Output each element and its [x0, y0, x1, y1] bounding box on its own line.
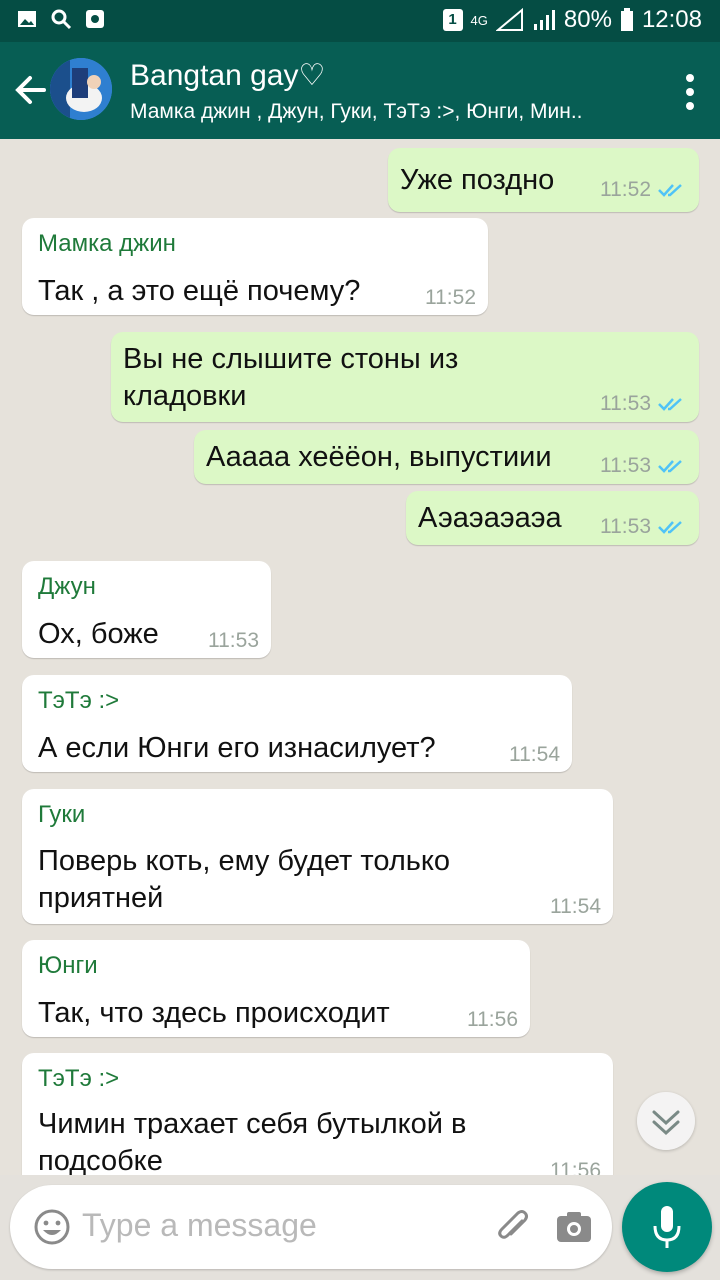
incoming-message[interactable]: Мамка джин Так , а это ещё почему? 11:52 [22, 218, 488, 315]
outgoing-message[interactable]: Вы не слышите стоны из кладовки 11:53 [111, 332, 699, 422]
message-composer[interactable]: Type a message [10, 1185, 612, 1269]
outgoing-message[interactable]: Уже поздно 11:52 [388, 148, 699, 212]
record-notification-icon [86, 10, 104, 28]
sim-slot-badge: 1 [442, 9, 463, 31]
signal-bars-icon [533, 10, 555, 30]
message-text: Так , а это ещё почему? [38, 275, 361, 307]
status-bar: 1 4G 80% 12:08 [0, 0, 720, 42]
sender-name: ТэТэ :> [38, 1065, 120, 1092]
incoming-message[interactable]: ТэТэ :> А если Юнги его изнасилует? 11:5… [22, 675, 572, 772]
message-text-line: Поверь коть, ему будет только [38, 845, 450, 877]
message-text: Так, что здесь происходит [38, 997, 390, 1029]
menu-dots-icon[interactable] [680, 72, 700, 112]
message-text: Ааааа хеёёон, выпустиии [206, 441, 552, 473]
message-text-line: приятней [38, 882, 164, 914]
double-check-icon [658, 184, 682, 197]
search-notification-icon [51, 9, 72, 30]
message-meta: 11:52 [600, 178, 685, 202]
message-input[interactable]: Type a message [82, 1207, 317, 1244]
message-text: Ох, боже [38, 618, 159, 650]
gallery-notification-icon [18, 11, 36, 27]
message-meta: 11:52 [425, 286, 476, 310]
sender-name: Джун [38, 573, 96, 600]
message-text: А если Юнги его изнасилует? [38, 732, 436, 764]
message-time: 11:56 [550, 1159, 601, 1175]
sender-name: Мамка джин [38, 230, 176, 257]
camera-icon[interactable] [554, 1207, 594, 1247]
sender-name: Гуки [38, 801, 86, 828]
sender-name: ТэТэ :> [38, 687, 120, 714]
double-check-icon [658, 398, 682, 411]
incoming-message[interactable]: ТэТэ :> Чимин трахает себя бутылкой в по… [22, 1053, 613, 1175]
attach-icon[interactable] [492, 1205, 536, 1249]
message-time: 11:53 [600, 515, 651, 538]
message-text: Аэаэаэаэа [418, 502, 562, 534]
message-meta: 11:53 [208, 629, 259, 653]
message-text-line: подсобке [38, 1145, 163, 1175]
outgoing-message[interactable]: Ааааа хеёёон, выпустиии 11:53 [194, 430, 699, 484]
incoming-message[interactable]: Гуки Поверь коть, ему будет только прият… [22, 789, 613, 924]
emoji-icon[interactable] [32, 1207, 72, 1247]
message-text-line: Чимин трахает себя бутылкой в [38, 1108, 467, 1140]
sender-name: Юнги [38, 952, 98, 979]
message-time: 11:56 [467, 1008, 518, 1031]
message-meta: 11:54 [509, 743, 560, 767]
message-meta: 11:54 [550, 895, 601, 919]
message-time: 11:54 [509, 743, 560, 766]
clock: 12:08 [641, 6, 702, 33]
message-time: 11:53 [208, 629, 259, 652]
double-check-icon [658, 460, 682, 473]
message-meta: 11:56 [467, 1008, 518, 1032]
message-meta: 11:53 [600, 392, 685, 416]
message-time: 11:53 [600, 392, 651, 415]
message-meta: 11:56 [550, 1159, 601, 1175]
scroll-down-button[interactable] [637, 1092, 695, 1150]
message-text: Уже поздно [400, 164, 555, 196]
message-meta: 11:53 [600, 515, 685, 539]
back-arrow-icon[interactable] [12, 68, 52, 112]
group-avatar[interactable] [50, 58, 112, 120]
chat-header: Bangtan gay♡ Мамка джин , Джун, Гуки, Тэ… [0, 42, 720, 139]
message-time: 11:53 [600, 454, 651, 477]
incoming-message[interactable]: Джун Ох, боже 11:53 [22, 561, 271, 658]
chat-title[interactable]: Bangtan gay♡ [130, 58, 325, 93]
outgoing-message[interactable]: Аэаэаэаэа 11:53 [406, 491, 699, 545]
battery-icon [620, 8, 633, 31]
signal-icon [495, 8, 523, 31]
message-time: 11:54 [550, 895, 601, 918]
message-list[interactable]: Уже поздно 11:52 Мамка джин Так , а это … [0, 139, 720, 1175]
mic-icon [653, 1206, 681, 1248]
incoming-message[interactable]: Юнги Так, что здесь происходит 11:56 [22, 940, 530, 1037]
message-text-line: кладовки [123, 380, 247, 412]
battery-percent: 80% [563, 6, 612, 33]
message-time: 11:52 [425, 286, 476, 309]
voice-record-button[interactable] [622, 1182, 712, 1272]
network-type: 4G [470, 12, 488, 28]
chat-participants[interactable]: Мамка джин , Джун, Гуки, ТэТэ :>, Юнги, … [130, 100, 630, 124]
message-time: 11:52 [600, 178, 651, 201]
message-text-line: Вы не слышите стоны из [123, 343, 459, 375]
scroll-down-icon [652, 1110, 680, 1136]
avatar-image [50, 58, 112, 120]
message-meta: 11:53 [600, 454, 685, 478]
double-check-icon [658, 521, 682, 534]
